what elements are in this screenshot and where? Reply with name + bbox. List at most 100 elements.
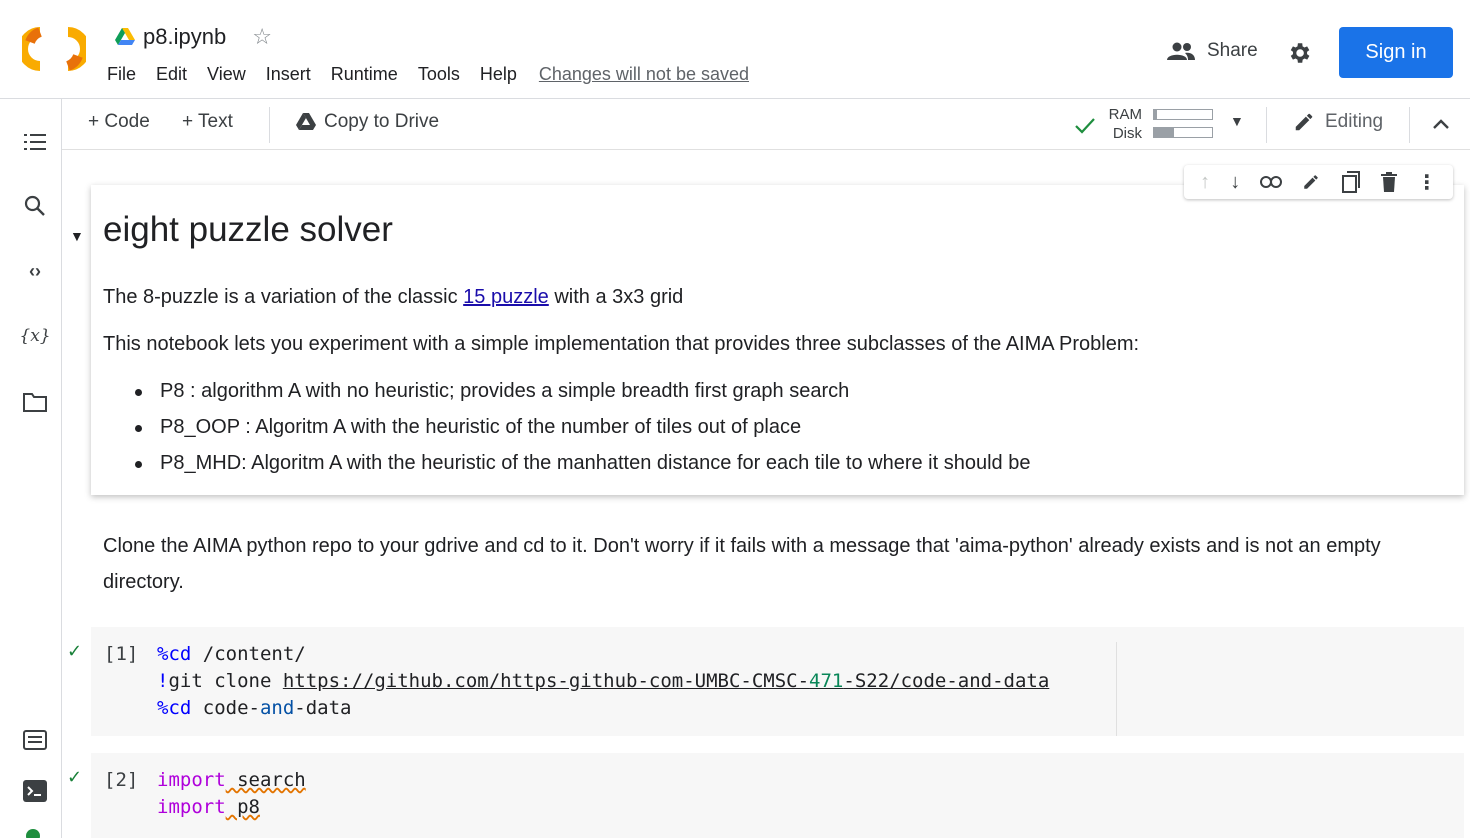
- ram-usage-fill: [1154, 110, 1157, 119]
- menu-help[interactable]: Help: [480, 64, 517, 85]
- code-text: git clone: [168, 670, 283, 692]
- disk-label: Disk: [1112, 125, 1142, 142]
- move-down-icon[interactable]: ↓: [1230, 171, 1240, 194]
- menu-runtime[interactable]: Runtime: [331, 64, 398, 85]
- menu-edit[interactable]: Edit: [156, 64, 187, 85]
- pencil-icon: [1295, 113, 1313, 131]
- module-name: search: [225, 769, 306, 791]
- add-text-button[interactable]: + Text: [182, 111, 233, 133]
- toolbar-divider: [269, 107, 270, 143]
- header: p8.ipynb ☆ File Edit View Insert Runtime…: [0, 0, 1470, 99]
- code-line: %cd /content/: [157, 643, 306, 665]
- repo-url-link[interactable]: https://github.com/https-github-com-UMBC…: [283, 670, 1049, 692]
- delete-icon[interactable]: [1380, 172, 1397, 192]
- menu-file[interactable]: File: [107, 64, 136, 85]
- list-item: P8_MHD: Algoritm A with the heuristic of…: [135, 452, 1030, 475]
- list-item-text: P8 : algorithm A with no heuristic; prov…: [160, 380, 850, 402]
- variables-icon[interactable]: {x}: [19, 323, 50, 349]
- terminal-icon[interactable]: [22, 778, 48, 804]
- execution-count: [1]: [104, 643, 139, 665]
- url-number: 471: [809, 670, 844, 692]
- code-text: -data: [294, 697, 352, 719]
- people-icon: [1167, 42, 1195, 60]
- toolbar-divider: [1409, 107, 1410, 143]
- text-cell[interactable]: Clone the AIMA python repo to your gdriv…: [103, 528, 1463, 600]
- intro-text-after: with a 3x3 grid: [548, 286, 684, 308]
- disk-usage-fill: [1154, 128, 1175, 137]
- intro-paragraph: The 8-puzzle is a variation of the class…: [103, 286, 683, 309]
- colab-logo-icon[interactable]: [22, 24, 86, 74]
- copy-to-drive-label: Copy to Drive: [324, 111, 440, 132]
- share-button[interactable]: Share: [1167, 40, 1258, 62]
- code-line: !git clone https://github.com/https-gith…: [157, 670, 1049, 692]
- search-icon[interactable]: [22, 193, 48, 219]
- execution-success-check-icon: ✓: [67, 641, 83, 661]
- resources-indicator[interactable]: RAM Disk: [1106, 105, 1142, 143]
- magic-command: %cd: [157, 697, 192, 719]
- more-options-icon[interactable]: ⋮: [1417, 170, 1437, 195]
- shell-bang: !: [157, 670, 169, 692]
- copy-to-drive-button[interactable]: Copy to Drive: [296, 111, 439, 133]
- menu-bar: File Edit View Insert Runtime Tools Help…: [107, 64, 769, 85]
- edit-pencil-icon[interactable]: [1302, 173, 1320, 191]
- list-item: P8_OOP : Algoritm A with the heuristic o…: [135, 416, 801, 439]
- cell-output-divider: [1116, 642, 1117, 736]
- mirror-cell-icon[interactable]: [1341, 171, 1361, 193]
- intro-text-before: The 8-puzzle is a variation of the class…: [103, 286, 464, 308]
- notebook-toolbar: + Code + Text Copy to Drive RAM Disk ▼ E…: [62, 99, 1470, 150]
- toolbar-divider: [1266, 107, 1267, 143]
- code-line: import search: [157, 769, 306, 791]
- ram-usage-bar: [1153, 109, 1213, 120]
- menu-view[interactable]: View: [207, 64, 246, 85]
- editing-mode-button[interactable]: Editing: [1293, 111, 1383, 133]
- cell-toolbar: ↑ ↓ ⋮: [1184, 165, 1453, 199]
- files-icon[interactable]: [22, 389, 48, 415]
- chevron-up-icon[interactable]: [1432, 118, 1450, 130]
- magic-command: %cd: [157, 643, 192, 665]
- code-cell-2[interactable]: [91, 753, 1464, 838]
- module-name: p8: [225, 796, 260, 818]
- table-of-contents-icon[interactable]: [22, 129, 48, 155]
- code-line: import p8: [157, 796, 260, 818]
- list-item-text: P8_OOP : Algoritm A with the heuristic o…: [160, 416, 802, 438]
- left-rail: ‹› {x}: [0, 99, 62, 838]
- command-palette-icon[interactable]: [22, 727, 48, 753]
- link-icon[interactable]: [1260, 176, 1283, 188]
- fifteen-puzzle-link[interactable]: 15 puzzle: [463, 286, 549, 308]
- sign-in-button[interactable]: Sign in: [1339, 27, 1453, 78]
- share-label: Share: [1207, 40, 1258, 61]
- google-drive-icon: [115, 28, 135, 45]
- code-text: /content/: [191, 643, 306, 665]
- connection-status-dot: [26, 829, 40, 838]
- resources-dropdown-icon[interactable]: ▼: [1230, 113, 1244, 129]
- unsaved-changes-link[interactable]: Changes will not be saved: [539, 64, 749, 85]
- execution-count: [2]: [104, 769, 139, 791]
- keyword: and: [259, 697, 295, 719]
- url-part: https://github.com/https-github-com-UMBC…: [282, 670, 810, 692]
- ram-label: RAM: [1108, 106, 1142, 123]
- list-item-text: P8_MHD: Algoritm A with the heuristic of…: [160, 452, 1031, 474]
- collapse-section-icon[interactable]: ▼: [70, 228, 84, 244]
- code-snippets-icon[interactable]: ‹›: [22, 258, 48, 284]
- add-code-button[interactable]: + Code: [88, 111, 150, 133]
- execution-success-check-icon: ✓: [67, 767, 83, 787]
- move-up-icon[interactable]: ↑: [1200, 171, 1210, 194]
- code-line: %cd code-and-data: [157, 697, 352, 719]
- list-item: P8 : algorithm A with no heuristic; prov…: [135, 380, 849, 403]
- notebook-title[interactable]: p8.ipynb: [143, 24, 226, 50]
- description-paragraph: This notebook lets you experiment with a…: [103, 333, 1140, 355]
- menu-tools[interactable]: Tools: [418, 64, 460, 85]
- keyword: import: [157, 769, 226, 791]
- drive-outline-icon: [296, 113, 316, 130]
- section-heading: eight puzzle solver: [103, 210, 393, 249]
- connected-check-icon: [1075, 118, 1095, 134]
- keyword: import: [157, 796, 226, 818]
- disk-usage-bar: [1153, 127, 1213, 138]
- star-icon[interactable]: ☆: [252, 24, 272, 50]
- editing-label: Editing: [1325, 111, 1384, 132]
- title-row: p8.ipynb ☆: [115, 22, 272, 52]
- menu-insert[interactable]: Insert: [266, 64, 311, 85]
- code-text: code-: [191, 697, 260, 719]
- url-part: -S22/code-and-data: [843, 670, 1050, 692]
- settings-gear-icon[interactable]: [1286, 40, 1312, 66]
